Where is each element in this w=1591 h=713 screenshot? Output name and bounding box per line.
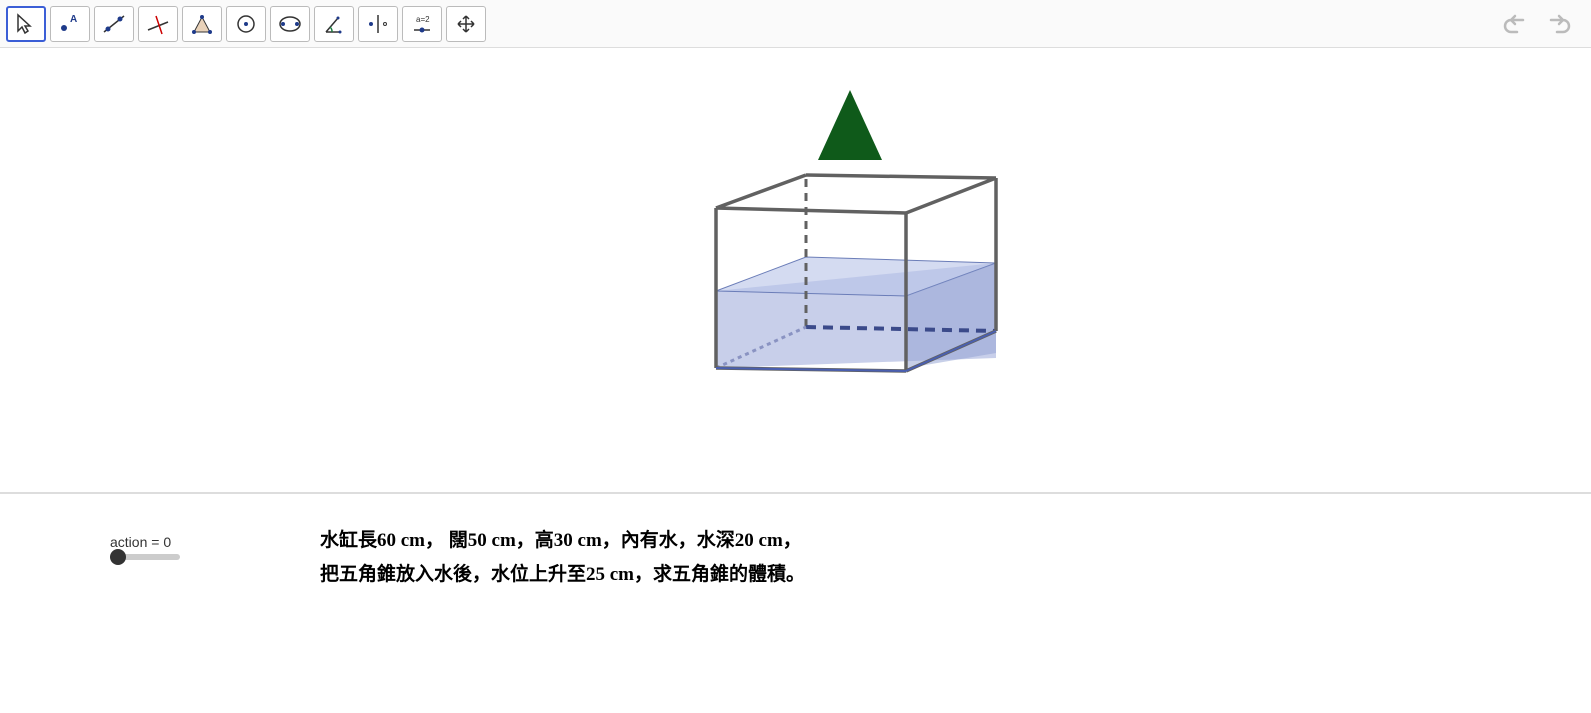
slider-label: action = 0 (110, 534, 180, 550)
point-tool[interactable]: A (50, 6, 90, 42)
tank-top-right (906, 178, 996, 213)
problem-text: 水缸長60 cm， 闊50 cm，高30 cm，內有水，水深20 cm， 把五角… (320, 524, 805, 592)
graphics-view[interactable] (0, 48, 1591, 493)
pyramid-shape (818, 90, 882, 160)
move-view-tool[interactable] (446, 6, 486, 42)
action-slider[interactable] (110, 554, 180, 560)
circle-center-tool[interactable] (226, 6, 266, 42)
problem-line-1: 水缸長60 cm， 闊50 cm，高30 cm，內有水，水深20 cm， (320, 524, 805, 558)
geometry-canvas (0, 48, 1591, 493)
toolbar: A a=2 (0, 0, 1591, 48)
tank-top-left (716, 175, 806, 208)
perpendicular-tool[interactable] (138, 6, 178, 42)
bottom-panel: action = 0 水缸長60 cm， 闊50 cm，高30 cm，內有水，水… (0, 493, 1591, 622)
action-slider-group: action = 0 (110, 534, 180, 560)
polygon-tool[interactable] (182, 6, 222, 42)
undo-button[interactable] (1499, 9, 1535, 39)
slider-thumb[interactable] (110, 549, 126, 565)
svg-text:A: A (70, 14, 77, 25)
ellipse-tool[interactable] (270, 6, 310, 42)
reflect-tool[interactable] (358, 6, 398, 42)
problem-line-2: 把五角錐放入水後，水位上升至25 cm，求五角錐的體積。 (320, 558, 805, 592)
tank-top-front (716, 208, 906, 213)
angle-tool[interactable] (314, 6, 354, 42)
line-tool[interactable] (94, 6, 134, 42)
slider-tool[interactable]: a=2 (402, 6, 442, 42)
undo-redo-group (1499, 9, 1585, 39)
redo-button[interactable] (1539, 9, 1575, 39)
move-tool[interactable] (6, 6, 46, 42)
svg-text:a=2: a=2 (416, 15, 430, 24)
tank-top-back (806, 175, 996, 178)
